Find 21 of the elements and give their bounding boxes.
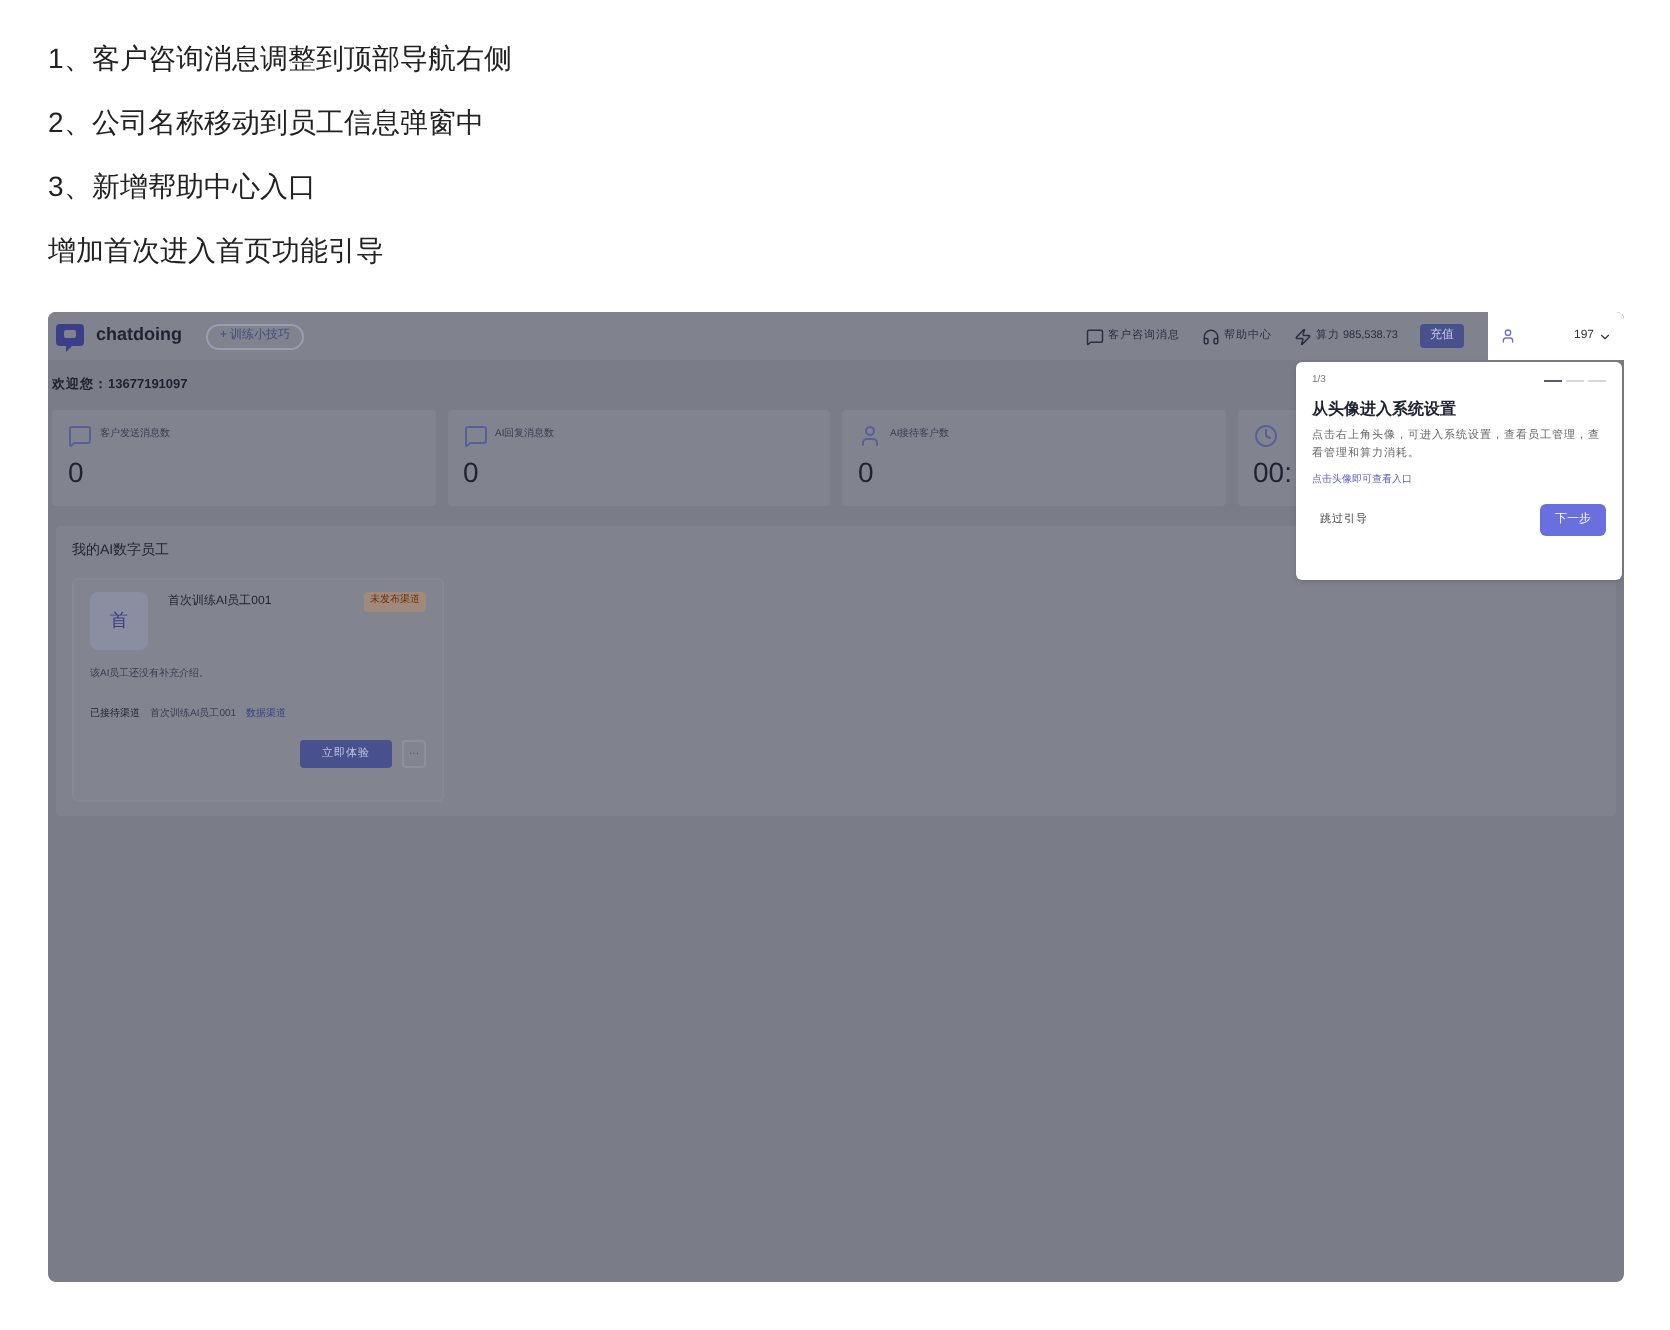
employee-avatar: 首 [90, 592, 148, 651]
note-text: 增加首次进入首页功能引导 [48, 232, 386, 270]
stat-value: 00: [1253, 457, 1292, 486]
guide-title: 从头像进入系统设置 [1312, 397, 1458, 421]
logo-icon [56, 321, 84, 351]
chat-bubble-icon [1085, 327, 1104, 345]
lightning-icon [1293, 327, 1312, 345]
headphones-icon [1201, 327, 1220, 345]
stat-value: 0 [68, 457, 84, 486]
clock-icon [1253, 423, 1277, 448]
stat-value: 0 [463, 457, 479, 486]
logo-text: chatdoing [96, 322, 182, 349]
chat-bubble-icon [68, 423, 92, 448]
note-text: 3、新增帮助中心入口 [48, 168, 318, 206]
user-icon [1500, 328, 1516, 344]
user-icon [858, 423, 882, 448]
stat-value: 0 [858, 457, 874, 486]
chat-bubble-icon [463, 423, 487, 448]
note-text: 2、公司名称移动到员工信息弹窗中 [48, 104, 486, 142]
note-text: 1、客户咨询消息调整到顶部导航右侧 [48, 40, 514, 78]
chevron-down-icon [1598, 329, 1612, 343]
